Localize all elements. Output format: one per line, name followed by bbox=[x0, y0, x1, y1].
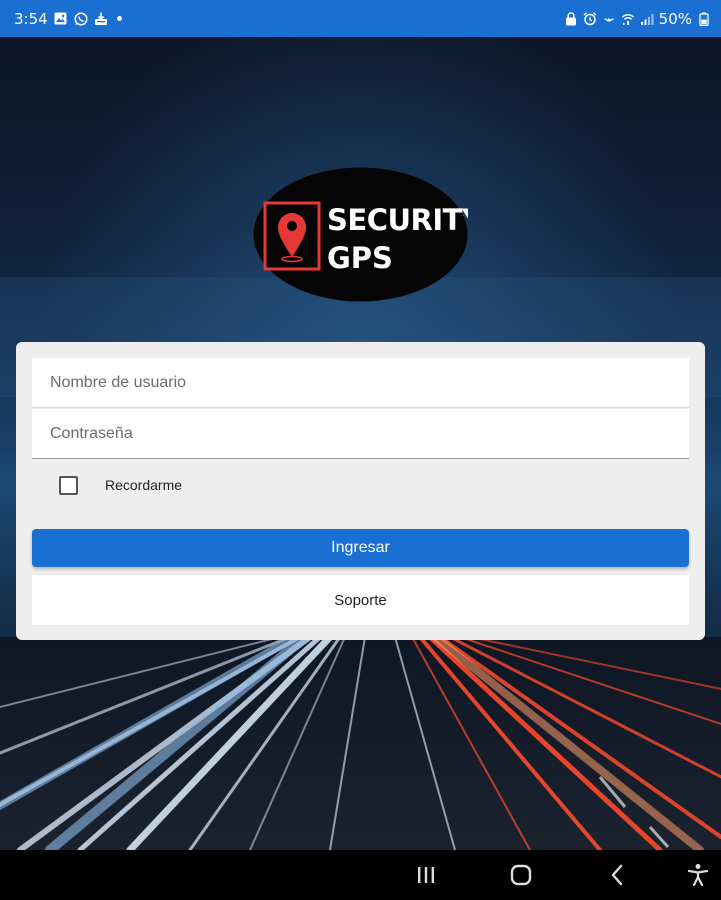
support-button[interactable]: Soporte bbox=[32, 575, 689, 625]
battery-icon bbox=[697, 12, 711, 26]
notification-dot bbox=[116, 16, 122, 21]
security-gps-logo: SECURITY GPS bbox=[253, 167, 484, 302]
accessibility-icon[interactable] bbox=[685, 862, 711, 888]
back-icon[interactable] bbox=[604, 862, 630, 888]
logo-text-line1: SECURITY bbox=[327, 203, 468, 237]
lock-icon bbox=[564, 11, 578, 26]
gallery-icon bbox=[54, 12, 68, 26]
download-icon bbox=[94, 12, 108, 26]
whatsapp-icon bbox=[74, 11, 88, 26]
recents-icon[interactable] bbox=[413, 862, 439, 888]
hotspot-icon bbox=[602, 12, 616, 26]
home-icon[interactable] bbox=[508, 862, 534, 888]
status-bar: 3:54 50% bbox=[0, 0, 721, 37]
battery-percent: 50% bbox=[658, 9, 692, 28]
logo-text-line2: GPS bbox=[327, 241, 393, 275]
signal-icon bbox=[640, 12, 654, 26]
remember-me-checkbox[interactable] bbox=[59, 476, 78, 495]
remember-me-label[interactable]: Recordarme bbox=[105, 477, 182, 493]
wifi-calling-icon bbox=[621, 12, 635, 26]
navigation-bar bbox=[0, 850, 721, 900]
alarm-icon bbox=[583, 11, 597, 26]
login-card: Recordarme Ingresar Soporte bbox=[16, 342, 705, 640]
username-input[interactable] bbox=[32, 358, 689, 408]
login-button[interactable]: Ingresar bbox=[32, 529, 689, 567]
password-input[interactable] bbox=[32, 409, 689, 459]
status-time: 3:54 bbox=[14, 9, 48, 28]
